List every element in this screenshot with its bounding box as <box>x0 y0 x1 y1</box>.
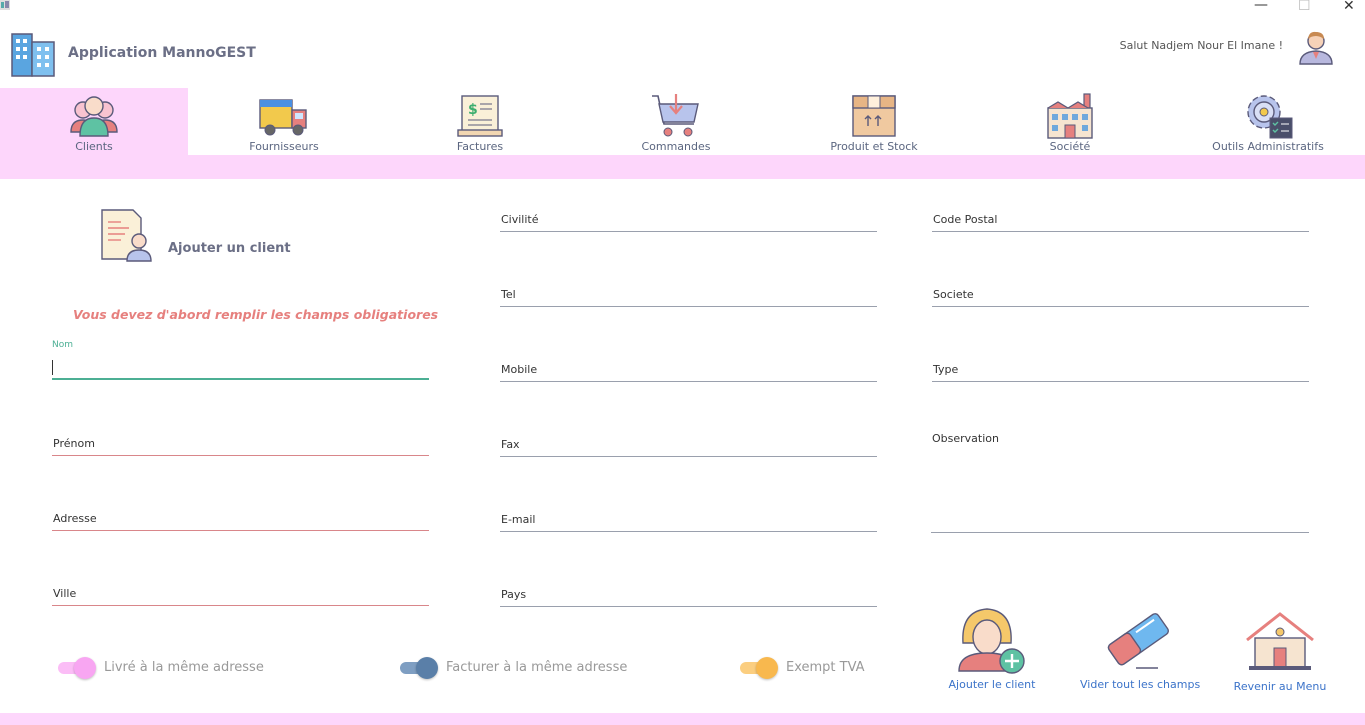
toggle-exempt-tva[interactable]: Exempt TVA <box>740 656 880 680</box>
invoice-icon: $ <box>457 95 503 137</box>
tel-label: Tel <box>501 288 516 301</box>
fax-field[interactable]: Fax <box>500 427 877 457</box>
text-caret <box>52 360 53 375</box>
toggle-livre-meme-adresse[interactable]: Livré à la même adresse <box>58 656 278 680</box>
civilite-field[interactable]: Civilité <box>500 202 877 232</box>
form-title: Ajouter un client <box>168 241 291 256</box>
nav-item-label: Factures <box>456 140 504 153</box>
field-underline <box>52 530 429 531</box>
toggle-label: Livré à la même adresse <box>104 660 264 675</box>
clear-fields-button[interactable]: Vider tout les champs <box>1080 606 1200 694</box>
societe-field[interactable]: Societe <box>932 277 1309 307</box>
nav-item-clients[interactable]: Clients <box>0 88 188 155</box>
field-underline <box>932 381 1309 382</box>
clear-fields-label[interactable]: Vider tout les champs <box>1080 678 1200 691</box>
field-underline <box>500 381 877 382</box>
prenom-field[interactable]: Prénom <box>52 426 429 456</box>
nom-field[interactable]: Nom <box>52 340 429 380</box>
toggle-facturer-meme-adresse[interactable]: Facturer à la même adresse <box>400 656 640 680</box>
nav-item-label: Commandes <box>641 140 711 153</box>
nav-item-label: Clients <box>75 140 113 153</box>
nav-item-label: Outils Administratifs <box>1212 140 1324 153</box>
toggle-knob[interactable] <box>416 657 438 679</box>
type-field[interactable]: Type <box>932 352 1309 382</box>
code-postal-label: Code Postal <box>933 213 998 226</box>
tel-field[interactable]: Tel <box>500 277 877 307</box>
mobile-field[interactable]: Mobile <box>500 352 877 382</box>
user-avatar-icon[interactable] <box>1296 26 1336 66</box>
toggle-label: Facturer à la même adresse <box>446 660 628 675</box>
adresse-label: Adresse <box>53 512 97 525</box>
toggle-knob[interactable] <box>74 657 96 679</box>
nav-item-factures[interactable]: $ Factures <box>386 88 574 155</box>
add-client-label[interactable]: Ajouter le client <box>935 678 1049 691</box>
field-underline <box>932 306 1309 307</box>
nav-item-label: Société <box>1049 140 1091 153</box>
field-underline <box>500 606 877 607</box>
field-underline <box>52 455 429 456</box>
nav-item-label: Produit et Stock <box>830 140 918 153</box>
admin-gear-icon <box>1247 95 1293 139</box>
add-client-document-icon <box>101 209 152 262</box>
field-underline <box>932 231 1309 232</box>
close-button[interactable]: ✕ <box>1343 0 1355 14</box>
clients-icon <box>70 96 118 137</box>
mobile-label: Mobile <box>501 363 538 376</box>
email-field[interactable]: E-mail <box>500 502 877 532</box>
pays-field[interactable]: Pays <box>500 577 877 607</box>
toggle-knob[interactable] <box>756 657 778 679</box>
factory-icon <box>1047 93 1093 139</box>
home-icon <box>1246 612 1314 670</box>
prenom-label: Prénom <box>53 437 95 450</box>
nav-item-outils-administratifs[interactable]: Outils Administratifs <box>1174 88 1362 155</box>
truck-icon <box>259 99 307 136</box>
add-client-button[interactable]: Ajouter le client <box>949 605 1035 695</box>
observation-label: Observation <box>932 432 999 445</box>
cart-icon <box>652 94 699 137</box>
eraser-icon <box>1107 613 1169 669</box>
field-underline <box>500 531 877 532</box>
ville-field[interactable]: Ville <box>52 576 429 606</box>
nav-item-label: Fournisseurs <box>249 140 319 153</box>
nav-item-commandes[interactable]: Commandes <box>582 88 770 155</box>
back-to-menu-button[interactable]: Revenir au Menu <box>1234 610 1326 698</box>
observation-textarea[interactable]: Observation <box>931 428 1309 533</box>
field-underline <box>500 306 877 307</box>
required-fields-warning: Vous devez d'abord remplir les champs ob… <box>73 307 439 322</box>
user-greeting: Salut Nadjem Nour El Imane ! <box>1119 39 1283 52</box>
field-underline <box>500 456 877 457</box>
nav-item-produit-stock[interactable]: Produit et Stock <box>780 88 968 155</box>
fax-label: Fax <box>501 438 520 451</box>
box-icon <box>852 95 896 137</box>
field-underline <box>52 378 429 380</box>
ville-label: Ville <box>53 587 77 600</box>
nav-item-fournisseurs[interactable]: Fournisseurs <box>190 88 378 155</box>
back-to-menu-label[interactable]: Revenir au Menu <box>1223 680 1337 693</box>
email-label: E-mail <box>501 513 536 526</box>
civilite-label: Civilité <box>501 213 539 226</box>
app-title: Application MannoGEST <box>68 45 256 61</box>
app-logo-building-icon <box>11 33 55 77</box>
code-postal-field[interactable]: Code Postal <box>932 202 1309 232</box>
svg-text:$: $ <box>468 102 478 118</box>
type-label: Type <box>933 363 959 376</box>
field-underline <box>52 605 429 606</box>
nom-floating-label: Nom <box>52 340 74 350</box>
societe-label: Societe <box>933 288 974 301</box>
bottom-accent-bar <box>0 713 1365 725</box>
field-underline <box>500 231 877 232</box>
nav-underline-band <box>0 155 1365 179</box>
main-navigation: Clients Fournisseurs $ Factures Commande… <box>0 88 1365 179</box>
pays-label: Pays <box>501 588 527 601</box>
minimize-button[interactable]: — <box>1254 0 1268 13</box>
field-underline <box>931 532 1309 533</box>
toggle-label: Exempt TVA <box>786 660 865 675</box>
app-window-icon <box>0 0 10 10</box>
add-user-icon <box>958 608 1025 674</box>
adresse-field[interactable]: Adresse <box>52 501 429 531</box>
maximize-button[interactable]: ☐ <box>1298 0 1311 14</box>
nav-item-societe[interactable]: Société <box>976 88 1164 155</box>
